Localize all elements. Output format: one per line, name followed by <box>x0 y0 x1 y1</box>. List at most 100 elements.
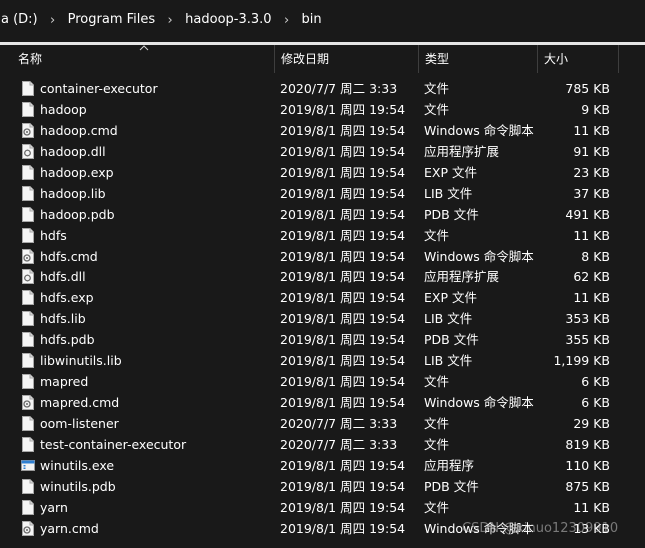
blank-file-icon <box>22 353 34 369</box>
file-name: hdfs.exp <box>40 290 94 306</box>
file-row[interactable]: winutils.pdb 2019/8/1 周四 19:54 PDB 文件 875 K… <box>0 476 645 497</box>
file-type: LIB 文件 <box>424 185 473 201</box>
blank-file-icon <box>22 374 34 390</box>
file-type: Windows 命令脚本 <box>424 395 534 411</box>
file-modified-date: 2019/8/1 周四 19:54 <box>280 332 406 348</box>
file-size: 11 KB <box>573 290 610 306</box>
file-row[interactable]: hadoop.lib 2019/8/1 周四 19:54 LIB 文件 37 KB <box>0 183 645 204</box>
file-type: PDB 文件 <box>424 478 479 494</box>
file-modified-date: 2019/8/1 周四 19:54 <box>280 248 406 264</box>
gear-file-icon <box>22 520 34 536</box>
column-header: 名称 修改日期 类型 大小 <box>0 45 645 73</box>
file-row[interactable]: hadoop.pdb 2019/8/1 周四 19:54 PDB 文件 491 KB <box>0 204 645 225</box>
blank-file-icon <box>22 164 34 180</box>
file-type: EXP 文件 <box>424 164 477 180</box>
file-row[interactable]: hdfs.pdb 2019/8/1 周四 19:54 PDB 文件 355 KB <box>0 329 645 350</box>
column-header-size[interactable]: 大小 <box>538 45 618 73</box>
file-modified-date: 2019/8/1 周四 19:54 <box>280 457 406 473</box>
breadcrumb-item[interactable]: a (D:) <box>0 10 42 30</box>
blank-file-icon <box>22 227 34 243</box>
file-name: hadoop <box>40 101 87 117</box>
file-modified-date: 2019/8/1 周四 19:54 <box>280 478 406 494</box>
file-list: container-executor 2020/7/7 周二 3:33 文件 785 … <box>0 78 645 539</box>
blank-file-icon <box>22 206 34 222</box>
file-name: winutils.exe <box>40 457 115 473</box>
file-modified-date: 2019/8/1 周四 19:54 <box>280 311 406 327</box>
file-row[interactable]: yarn 2019/8/1 周四 19:54 文件 11 KB <box>0 497 645 518</box>
file-row[interactable]: mapred 2019/8/1 周四 19:54 文件 6 KB <box>0 371 645 392</box>
file-modified-date: 2019/8/1 周四 19:54 <box>280 101 406 117</box>
exe-file-icon <box>21 459 35 471</box>
file-modified-date: 2019/8/1 周四 19:54 <box>280 499 406 515</box>
file-row[interactable]: winutils.exe 2019/8/1 周四 19:54 应用程序 110 KB <box>0 455 645 476</box>
file-row[interactable]: container-executor 2020/7/7 周二 3:33 文件 785 … <box>0 78 645 99</box>
column-resize-handle-size[interactable] <box>618 45 619 73</box>
gear-file-icon <box>22 395 34 411</box>
blank-file-icon <box>22 290 34 306</box>
file-name: hadoop.dll <box>40 143 106 159</box>
file-name: hdfs <box>40 227 67 243</box>
breadcrumb-separator-icon[interactable]: › <box>159 13 181 28</box>
file-name: hdfs.lib <box>40 311 86 327</box>
file-type: 文件 <box>424 499 450 515</box>
file-size: 819 KB <box>565 436 610 452</box>
file-size: 23 KB <box>573 164 610 180</box>
file-modified-date: 2019/8/1 周四 19:54 <box>280 269 406 285</box>
file-size: 62 KB <box>573 269 610 285</box>
file-row[interactable]: test-container-executor 2020/7/7 周二 3:33 文… <box>0 434 645 455</box>
breadcrumb-item[interactable]: bin <box>298 10 326 30</box>
file-modified-date: 2019/8/1 周四 19:54 <box>280 143 406 159</box>
file-row[interactable]: hadoop.exp 2019/8/1 周四 19:54 EXP 文件 23 KB <box>0 162 645 183</box>
file-size: 11 KB <box>573 227 610 243</box>
column-header-name[interactable]: 名称 <box>12 45 274 73</box>
breadcrumb-item[interactable]: hadoop-3.3.0 <box>181 10 275 30</box>
file-type: PDB 文件 <box>424 206 479 222</box>
file-name: hdfs.cmd <box>40 248 98 264</box>
file-name: libwinutils.lib <box>40 353 122 369</box>
blank-file-icon <box>22 436 34 452</box>
file-modified-date: 2019/8/1 周四 19:54 <box>280 374 406 390</box>
file-row[interactable]: hdfs.lib 2019/8/1 周四 19:54 LIB 文件 353 KB <box>0 308 645 329</box>
column-header-date[interactable]: 修改日期 <box>275 45 418 73</box>
file-name: test-container-executor <box>40 436 187 452</box>
file-modified-date: 2019/8/1 周四 19:54 <box>280 520 406 536</box>
file-size: 785 KB <box>565 81 610 96</box>
breadcrumb[interactable]: a (D:) › Program Files › hadoop-3.3.0 › bin <box>0 0 645 40</box>
blank-file-icon <box>22 416 34 431</box>
column-header-type[interactable]: 类型 <box>419 45 537 73</box>
file-name: container-executor <box>40 81 158 96</box>
file-row[interactable]: oom-listener 2020/7/7 周二 3:33 文件 29 KB <box>0 413 645 434</box>
dll-file-icon <box>22 269 34 285</box>
file-row[interactable]: hdfs.dll 2019/8/1 周四 19:54 应用程序扩展 62 KB <box>0 266 645 287</box>
breadcrumb-item[interactable]: Program Files <box>64 10 160 30</box>
file-type: LIB 文件 <box>424 353 473 369</box>
file-row[interactable]: hdfs 2019/8/1 周四 19:54 文件 11 KB <box>0 225 645 246</box>
blank-file-icon <box>22 499 34 515</box>
file-modified-date: 2020/7/7 周二 3:33 <box>280 416 398 431</box>
file-size: 491 KB <box>565 206 610 222</box>
file-size: 29 KB <box>573 416 610 431</box>
blank-file-icon <box>22 478 34 494</box>
file-row[interactable]: libwinutils.lib 2019/8/1 周四 19:54 LIB 文件 1,… <box>0 350 645 371</box>
file-type: Windows 命令脚本 <box>424 122 534 138</box>
file-size: 353 KB <box>565 311 610 327</box>
blank-file-icon <box>22 332 34 348</box>
file-name: yarn <box>40 499 68 515</box>
file-name: oom-listener <box>40 416 119 431</box>
breadcrumb-separator-icon[interactable]: › <box>276 13 298 28</box>
breadcrumb-separator-icon[interactable]: › <box>42 13 64 28</box>
file-row[interactable]: hdfs.cmd 2019/8/1 周四 19:54 Windows 命令脚本 8 K… <box>0 246 645 267</box>
file-row[interactable]: mapred.cmd 2019/8/1 周四 19:54 Windows 命令脚本 6… <box>0 392 645 413</box>
file-size: 11 KB <box>573 122 610 138</box>
blank-file-icon <box>22 101 34 117</box>
file-explorer-window: a (D:) › Program Files › hadoop-3.3.0 › bin 名称… <box>0 0 645 548</box>
file-modified-date: 2020/7/7 周二 3:33 <box>280 81 398 96</box>
file-row[interactable]: hadoop.cmd 2019/8/1 周四 19:54 Windows 命令脚本 1… <box>0 120 645 141</box>
file-row[interactable]: hadoop.dll 2019/8/1 周四 19:54 应用程序扩展 91 KB <box>0 141 645 162</box>
file-modified-date: 2019/8/1 周四 19:54 <box>280 290 406 306</box>
file-row[interactable]: hdfs.exp 2019/8/1 周四 19:54 EXP 文件 11 KB <box>0 287 645 308</box>
file-name: hadoop.pdb <box>40 206 115 222</box>
file-row[interactable]: hadoop 2019/8/1 周四 19:54 文件 9 KB <box>0 99 645 120</box>
file-size: 11 KB <box>573 499 610 515</box>
file-modified-date: 2019/8/1 周四 19:54 <box>280 164 406 180</box>
